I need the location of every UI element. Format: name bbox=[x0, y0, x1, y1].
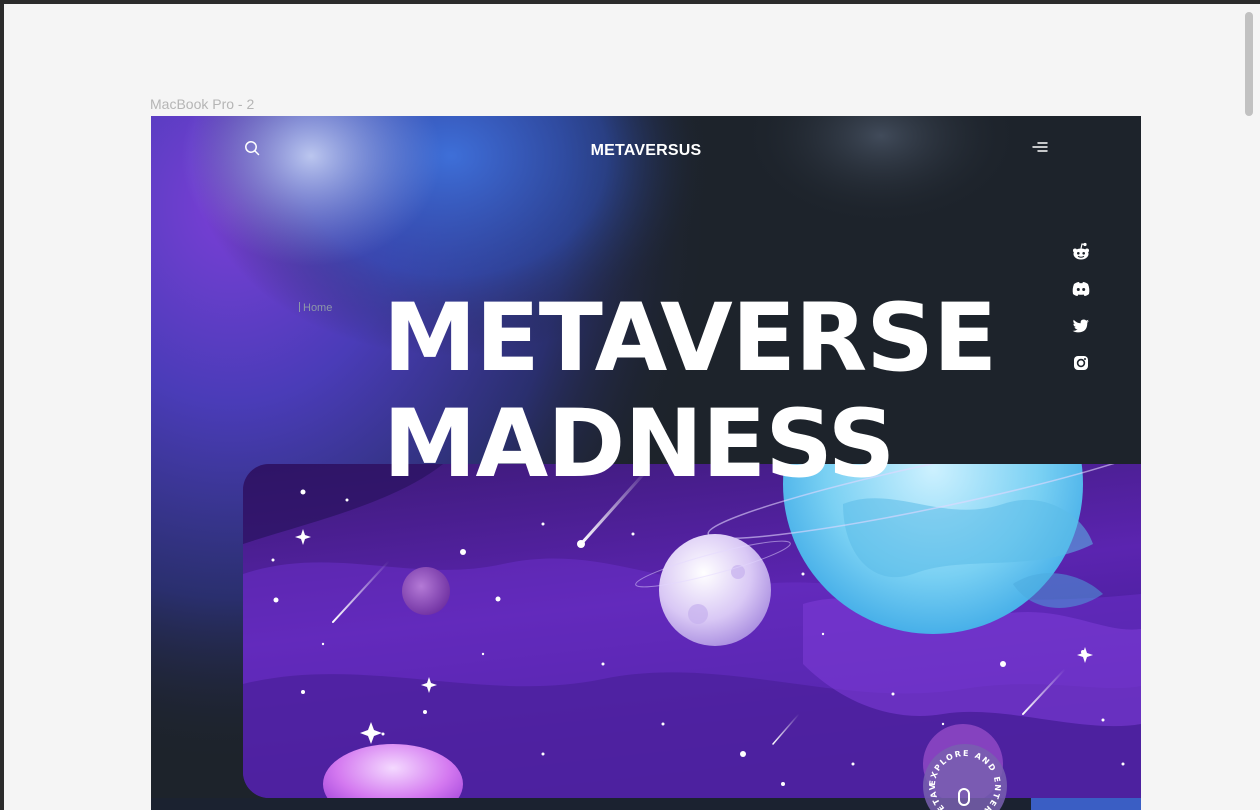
hero-title-line-1: METAVERSE bbox=[383, 284, 997, 393]
breadcrumb-home[interactable]: Home bbox=[303, 302, 332, 314]
discord-icon[interactable] bbox=[1071, 279, 1091, 299]
hero-title-line-2: MADNESS bbox=[383, 390, 895, 499]
hero-title: METAVERSE MADNESS bbox=[383, 284, 997, 499]
twitter-icon[interactable] bbox=[1071, 316, 1091, 336]
reddit-icon[interactable] bbox=[1071, 242, 1091, 262]
brand-logo[interactable]: METAVERSUS bbox=[151, 142, 1141, 160]
instagram-icon[interactable] bbox=[1071, 353, 1091, 373]
menu-icon[interactable] bbox=[1031, 140, 1049, 156]
window-left-border bbox=[0, 0, 4, 810]
breadcrumb[interactable]: Home bbox=[299, 302, 332, 314]
scrollbar-thumb[interactable] bbox=[1245, 12, 1253, 116]
social-links bbox=[1071, 242, 1093, 390]
explore-badge[interactable]: EXPLORE AND ENTER THE METAVERSE bbox=[923, 744, 1007, 810]
window-top-border bbox=[0, 0, 1260, 4]
breadcrumb-divider bbox=[299, 302, 300, 312]
mouse-icon bbox=[958, 788, 970, 806]
hero-frame: METAVERSUS Home METAVERSE MADNESS EXPLOR… bbox=[151, 116, 1141, 810]
bottom-accent bbox=[1031, 798, 1141, 810]
frame-label[interactable]: MacBook Pro - 2 bbox=[150, 96, 254, 112]
